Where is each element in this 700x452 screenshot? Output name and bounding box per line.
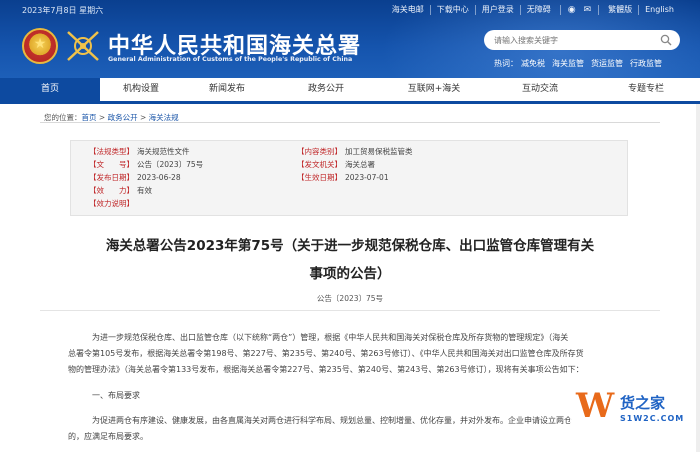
breadcrumb-government-affairs[interactable]: 政务公开 (108, 113, 138, 122)
breadcrumb-prefix: 您的位置： (44, 113, 82, 122)
meta-value: 加工贸易保税监管类 (345, 147, 413, 156)
meta-row: 【法规类型】 海关规范性文件 (89, 146, 190, 157)
meta-row: 【文 号】 公告〔2023〕75号 (89, 159, 203, 170)
article-title: 海关总署公告2023年第75号（关于进一步规范保税仓库、出口监管仓库管理有关 (105, 238, 595, 254)
meta-label: 【发布日期】 (89, 173, 134, 182)
national-emblem-icon[interactable]: ★ (22, 28, 58, 64)
top-divider (598, 5, 600, 15)
meta-value: 2023-07-01 (345, 173, 389, 182)
meta-row: 【生效日期】 2023-07-01 (297, 172, 389, 183)
top-link-english[interactable]: English (639, 5, 680, 15)
meta-value: 公告〔2023〕75号 (137, 160, 204, 169)
meta-label: 【内容类别】 (297, 147, 342, 156)
weibo-icon[interactable]: ◉ (564, 5, 580, 15)
hot-words-label: 热词： (494, 59, 518, 68)
meta-label: 【效 力】 (89, 186, 134, 195)
meta-row: 【效力说明】 (89, 198, 137, 209)
emblem-star-icon: ★ (33, 36, 47, 52)
hot-word-link[interactable]: 货运监管 (591, 58, 623, 69)
hot-word-link[interactable]: 海关监管 (552, 58, 584, 69)
meta-label: 【效力说明】 (89, 199, 134, 208)
article-paragraph: 总署令第105号发布，根据海关总署令第198号、第227号、第235号、第240… (68, 349, 584, 358)
top-links: 海关电邮 下载中心 用户登录 无障碍 ◉ ✉ 繁體版 English (386, 4, 680, 16)
breadcrumb-home[interactable]: 首页 (82, 113, 97, 122)
document-number: 公告〔2023〕75号 (316, 294, 384, 303)
site-subtitle: General Administration of Customs of the… (108, 56, 353, 63)
meta-row: 【发文机关】 海关总署 (297, 159, 375, 170)
meta-label: 【文 号】 (89, 160, 134, 169)
nav-item-interaction[interactable]: 互动交流 (488, 78, 592, 101)
hot-words: 热词： 减免税 海关监管 货运监管 行政监管 (494, 58, 669, 69)
search-icon[interactable] (660, 34, 672, 46)
top-link-login[interactable]: 用户登录 (476, 5, 521, 15)
top-link-traditional[interactable]: 繁體版 (602, 5, 640, 15)
nav-item-organization[interactable]: 机构设置 (100, 78, 182, 101)
nav-item-news[interactable]: 新闻发布 (182, 78, 272, 101)
site-header: 2023年7月8日 星期六 海关电邮 下载中心 用户登录 无障碍 ◉ ✉ 繁體版… (0, 0, 700, 78)
search-box (484, 30, 680, 50)
watermark-w-icon: W (576, 386, 615, 426)
wechat-icon[interactable]: ✉ (580, 5, 596, 15)
customs-emblem-icon[interactable] (64, 28, 102, 64)
nav-item-government-affairs[interactable]: 政务公开 (272, 78, 380, 101)
hot-word-link[interactable]: 减免税 (521, 58, 545, 69)
top-link-email[interactable]: 海关电邮 (386, 5, 431, 15)
breadcrumb-separator: > (139, 113, 147, 122)
watermark-url: S1W2C.COM (620, 414, 685, 423)
meta-row: 【内容类别】 加工贸易保税监管类 (297, 146, 413, 157)
meta-value: 2023-06-28 (137, 173, 181, 182)
main-nav: 首页 机构设置 新闻发布 政务公开 互联网+海关 互动交流 专题专栏 (0, 78, 700, 104)
nav-item-special-topics[interactable]: 专题专栏 (592, 78, 700, 101)
nav-item-home[interactable]: 首页 (0, 78, 100, 101)
top-link-accessibility[interactable]: 无障碍 (521, 5, 557, 15)
meta-row: 【发布日期】 2023-06-28 (89, 172, 181, 183)
nav-item-internet-customs[interactable]: 互联网+海关 (380, 78, 488, 101)
meta-label: 【生效日期】 (297, 173, 342, 182)
page-scrollbar[interactable] (696, 104, 700, 452)
document-metadata: 【法规类型】 海关规范性文件 【内容类别】 加工贸易保税监管类 【文 号】 公告〔20… (70, 140, 628, 216)
breadcrumb-separator: > (98, 113, 106, 122)
watermark-logo: W 货之家 S1W2C.COM (570, 384, 698, 434)
meta-value: 海关总署 (345, 160, 375, 169)
current-date: 2023年7月8日 星期六 (22, 6, 104, 15)
article-paragraph: 物的管理办法》（海关总署令第133号发布，根据海关总署令第227号、第235号、… (68, 365, 584, 374)
meta-value: 有效 (137, 186, 152, 195)
top-link-download[interactable]: 下载中心 (431, 5, 476, 15)
article-title-continued: 事项的公告） (309, 266, 391, 282)
title-divider (40, 310, 660, 311)
top-divider (559, 5, 561, 15)
hot-word-link[interactable]: 行政监管 (630, 58, 662, 69)
meta-row: 【效 力】 有效 (89, 185, 152, 196)
watermark-name: 货之家 (620, 394, 666, 412)
breadcrumb-customs-regulations[interactable]: 海关法规 (149, 113, 179, 122)
meta-label: 【法规类型】 (89, 147, 134, 156)
breadcrumb-divider (40, 122, 660, 123)
meta-value: 海关规范性文件 (137, 147, 190, 156)
meta-label: 【发文机关】 (297, 160, 342, 169)
article-paragraph: 为进一步规范保税仓库、出口监管仓库（以下统称“两仓”）管理，根据《中华人民共和国… (92, 333, 569, 342)
search-input[interactable] (494, 33, 654, 47)
